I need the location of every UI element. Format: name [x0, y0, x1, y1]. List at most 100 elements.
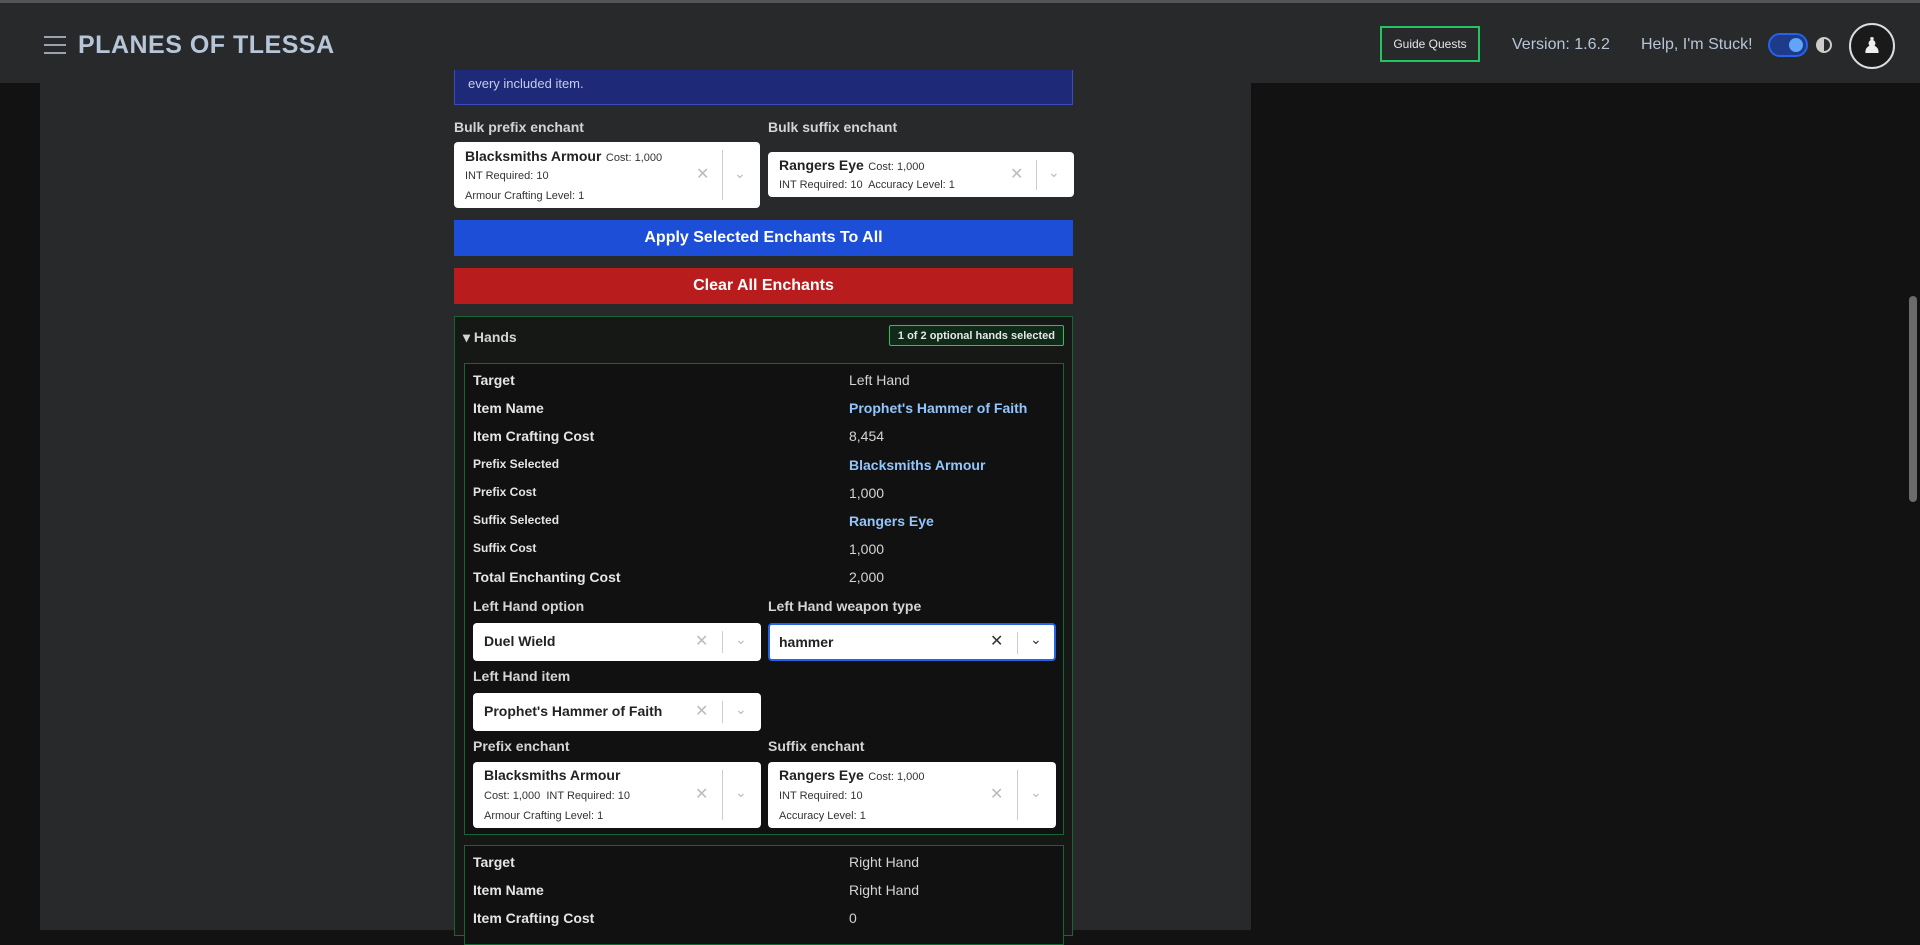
- bulk-prefix-int: INT Required: 10: [465, 170, 549, 182]
- suffix-enchant-select[interactable]: Rangers Eye Cost: 1,000 INT Required: 10…: [768, 762, 1056, 828]
- apply-enchants-button[interactable]: Apply Selected Enchants To All: [454, 220, 1073, 256]
- clear-icon[interactable]: ✕: [1010, 164, 1023, 184]
- item-name-link[interactable]: Prophet's Hammer of Faith: [849, 400, 1027, 416]
- left-hand-option-label: Left Hand option: [473, 598, 585, 614]
- info-alert: every included item.: [454, 70, 1073, 105]
- row-label: Target: [473, 372, 515, 388]
- suffix-enchant-label: Suffix enchant: [768, 738, 865, 754]
- info-alert-text: every included item.: [468, 76, 584, 91]
- help-link[interactable]: Help, I'm Stuck!: [1641, 36, 1753, 54]
- scrollbar-thumb[interactable]: [1909, 296, 1917, 502]
- select-divider: [722, 770, 723, 820]
- suffix-cost: Cost: 1,000: [868, 771, 925, 783]
- suffix-accuracy: Accuracy Level: 1: [779, 810, 866, 822]
- row-label: Prefix Selected: [473, 457, 560, 471]
- suffix-name: Rangers Eye: [779, 767, 864, 783]
- row-value: Right Hand: [849, 882, 920, 898]
- bulk-prefix-label: Bulk prefix enchant: [454, 119, 584, 135]
- chevron-down-icon[interactable]: ⌄: [735, 784, 747, 801]
- prefix-enchant-select[interactable]: Blacksmiths Armour Cost: 1,000 INT Requi…: [473, 762, 761, 828]
- row-label: Total Enchanting Cost: [473, 569, 621, 585]
- contrast-icon: [1816, 37, 1832, 53]
- toggle-knob: [1789, 38, 1803, 52]
- hamburger-menu-icon[interactable]: [44, 36, 66, 54]
- left-hand-option-select[interactable]: Duel Wield ✕ ⌄: [473, 623, 761, 661]
- left-hand-weapon-select[interactable]: hammer ✕ ⌄: [768, 623, 1056, 661]
- clear-icon[interactable]: ✕: [695, 701, 708, 721]
- row-label: Item Name: [473, 882, 544, 898]
- select-value: hammer: [779, 634, 834, 650]
- chevron-down-icon[interactable]: ⌄: [735, 631, 747, 648]
- row-value: 0: [849, 910, 857, 926]
- brand-title[interactable]: PLANES OF TLESSA: [78, 31, 335, 60]
- clear-enchants-button[interactable]: Clear All Enchants: [454, 268, 1073, 304]
- version-link[interactable]: Version: 1.6.2: [1512, 36, 1610, 54]
- bulk-suffix-label: Bulk suffix enchant: [768, 119, 898, 135]
- row-label: Prefix Cost: [473, 485, 537, 499]
- hands-toggle[interactable]: ▾ Hands: [463, 329, 517, 346]
- select-divider: [722, 150, 723, 200]
- bulk-prefix-select[interactable]: Blacksmiths Armour Cost: 1,000 INT Requi…: [454, 142, 760, 208]
- detail-row: Target Left Hand: [473, 372, 1057, 392]
- left-hand-item-label: Left Hand item: [473, 668, 571, 684]
- select-value: Prophet's Hammer of Faith: [484, 703, 663, 719]
- clear-icon[interactable]: ✕: [990, 631, 1003, 651]
- row-label: Item Crafting Cost: [473, 428, 595, 444]
- guide-quests-button[interactable]: Guide Quests: [1380, 26, 1480, 62]
- select-divider: [722, 631, 723, 653]
- row-label: Suffix Selected: [473, 513, 560, 527]
- bulk-prefix-cost: Cost: 1,000: [605, 152, 663, 164]
- bulk-prefix-crafting: Armour Crafting Level: 1: [465, 190, 585, 202]
- character-avatar-button[interactable]: ♟: [1849, 23, 1895, 69]
- row-value: 1,000: [849, 541, 885, 557]
- prefix-link[interactable]: Blacksmiths Armour: [849, 457, 985, 473]
- bulk-suffix-detail: INT Required: 10 Accuracy Level: 1: [779, 179, 955, 191]
- prefix-crafting: Armour Crafting Level: 1: [484, 810, 604, 822]
- detail-row: Item Name Right Hand: [473, 882, 1057, 902]
- suffix-int: INT Required: 10: [779, 790, 863, 802]
- hands-section: ▾ Hands 1 of 2 optional hands selected T…: [454, 316, 1073, 945]
- left-hand-weapon-label: Left Hand weapon type: [768, 598, 922, 614]
- select-value: Duel Wield: [484, 633, 556, 649]
- select-divider: [1036, 160, 1037, 190]
- prefix-name: Blacksmiths Armour: [484, 767, 621, 783]
- row-value: 2,000: [849, 569, 885, 585]
- detail-row: Total Enchanting Cost 2,000: [473, 569, 1057, 589]
- chevron-down-icon[interactable]: ⌄: [1048, 164, 1060, 181]
- detail-row: Item Crafting Cost 8,454: [473, 428, 1057, 448]
- chevron-down-icon[interactable]: ⌄: [735, 701, 747, 718]
- bulk-suffix-select[interactable]: Rangers Eye Cost: 1,000 INT Required: 10…: [768, 152, 1074, 197]
- clear-icon[interactable]: ✕: [695, 631, 708, 651]
- left-hand-card: Target Left Hand Item Name Prophet's Hamme…: [464, 363, 1064, 835]
- row-value: Right Hand: [849, 854, 920, 870]
- row-label: Item Name: [473, 400, 544, 416]
- select-divider: [1017, 632, 1018, 654]
- row-value: Left Hand: [849, 372, 910, 388]
- row-value: 1,000: [849, 485, 885, 501]
- bulk-suffix-name: Rangers Eye: [779, 157, 864, 173]
- bulk-suffix-cost: Cost: 1,000: [868, 161, 925, 173]
- prefix-cost-int: Cost: 1,000 INT Required: 10: [484, 790, 630, 802]
- clear-icon[interactable]: ✕: [990, 784, 1003, 804]
- select-divider: [1017, 770, 1018, 820]
- left-hand-item-select[interactable]: Prophet's Hammer of Faith ✕ ⌄: [473, 693, 761, 731]
- theme-toggle[interactable]: [1768, 33, 1808, 57]
- chevron-down-icon[interactable]: ⌄: [1030, 784, 1042, 801]
- clear-icon[interactable]: ✕: [695, 784, 708, 804]
- right-hand-card: Target Right Hand Item Name Right Hand Ite…: [464, 845, 1064, 945]
- row-value: 8,454: [849, 428, 885, 444]
- suffix-link[interactable]: Rangers Eye: [849, 513, 934, 529]
- person-icon: ♟: [1862, 33, 1882, 58]
- bulk-prefix-name: Blacksmiths Armour: [465, 148, 602, 164]
- chevron-down-icon[interactable]: ⌄: [734, 165, 746, 182]
- detail-row: Item Crafting Cost 0: [473, 910, 1057, 930]
- detail-row: Prefix Selected Blacksmiths Armour: [473, 457, 1057, 477]
- row-label: Item Crafting Cost: [473, 910, 595, 926]
- chevron-down-icon[interactable]: ⌄: [1030, 631, 1042, 648]
- detail-row: Target Right Hand: [473, 854, 1057, 874]
- clear-icon[interactable]: ✕: [696, 164, 709, 184]
- detail-row: Item Name Prophet's Hammer of Faith: [473, 400, 1057, 420]
- page-scrollbar[interactable]: [1906, 83, 1920, 930]
- prefix-enchant-label: Prefix enchant: [473, 738, 570, 754]
- row-label: Target: [473, 854, 515, 870]
